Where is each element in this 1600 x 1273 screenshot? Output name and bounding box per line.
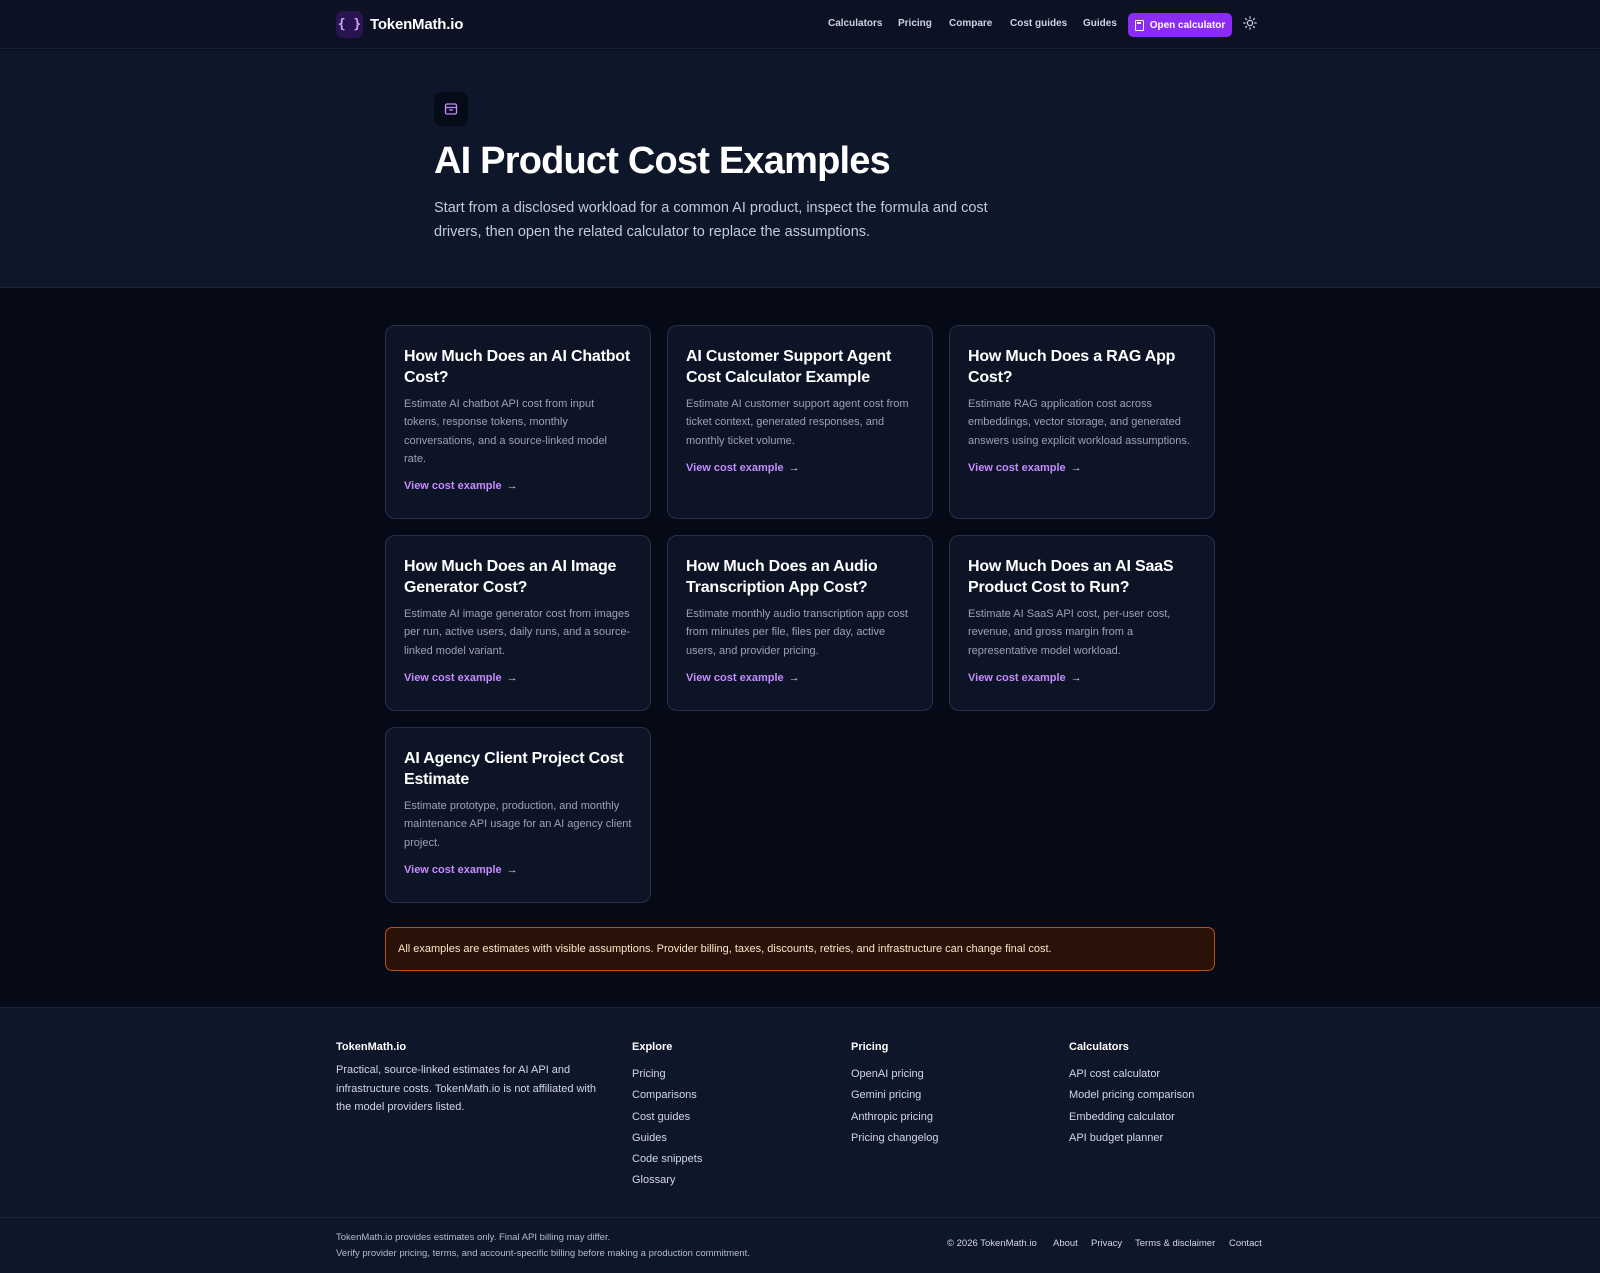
copyright: © 2026 TokenMath.io [947, 1238, 1037, 1249]
site-footer: TokenMath.io Practical, source-linked es… [0, 1007, 1600, 1273]
card-title: How Much Does an Audio Transcription App… [686, 558, 878, 596]
link-label: View cost example [686, 461, 784, 474]
arrow-right-icon: → [1070, 671, 1082, 684]
sun-icon [1243, 16, 1257, 30]
footer-link-privacy[interactable]: Privacy [1091, 1238, 1122, 1249]
open-calculator-button[interactable]: Open calculator [1128, 13, 1232, 37]
card-description: Estimate monthly audio transcription app… [686, 608, 908, 657]
cost-example-card[interactable]: AI Customer Support Agent Cost Calculato… [667, 325, 933, 519]
nav-compare[interactable]: Compare [949, 18, 992, 29]
cost-example-card[interactable]: AI Agency Client Project Cost Estimate E… [385, 727, 651, 903]
nav-cost-guides[interactable]: Cost guides [1010, 18, 1067, 29]
link-label: View cost example [404, 480, 502, 493]
footer-link[interactable]: Model pricing comparison [1069, 1085, 1194, 1106]
footer-link[interactable]: Guides [632, 1128, 702, 1149]
footer-heading: Calculators [1069, 1041, 1129, 1053]
nav-calculators[interactable]: Calculators [828, 18, 882, 29]
top-header: { } TokenMath.io Calculators Pricing Com… [0, 0, 1600, 49]
braces-logo-icon: { } [336, 11, 363, 38]
logo[interactable]: { } TokenMath.io [336, 11, 463, 38]
hero-section: AI Product Cost Examples Start from a di… [0, 50, 1600, 288]
card-description: Estimate AI chatbot API cost from input … [404, 398, 608, 465]
view-cost-example-link[interactable]: View cost example → [404, 864, 632, 876]
footer-link[interactable]: Pricing changelog [851, 1128, 938, 1149]
footer-column-pricing: Pricing OpenAI pricing Gemini pricing An… [851, 1041, 938, 1149]
estimate-notice: All examples are estimates with visible … [385, 927, 1215, 971]
footer-heading: Pricing [851, 1041, 889, 1053]
footer-link-about[interactable]: About [1053, 1238, 1078, 1249]
footer-column-calculators: Calculators API cost calculator Model pr… [1069, 1041, 1194, 1149]
card-description: Estimate RAG application cost across emb… [968, 398, 1190, 447]
arrow-right-icon: → [788, 461, 800, 474]
card-description: Estimate AI SaaS API cost, per-user cost… [968, 608, 1171, 657]
footer-link[interactable]: API budget planner [1069, 1128, 1194, 1149]
link-label: View cost example [686, 671, 784, 684]
footer-disclaimer: TokenMath.io provides estimates only. Fi… [336, 1230, 750, 1261]
card-title: How Much Does an AI SaaS Product Cost to… [968, 558, 1174, 596]
cost-example-card[interactable]: How Much Does an Audio Transcription App… [667, 535, 933, 711]
footer-link[interactable]: Comparisons [632, 1085, 702, 1106]
footer-column-explore: Explore Pricing Comparisons Cost guides … [632, 1041, 702, 1192]
card-title: AI Agency Client Project Cost Estimate [404, 750, 624, 788]
page-title: AI Product Cost Examples [434, 140, 891, 182]
footer-brand: TokenMath.io [336, 1041, 407, 1053]
footer-link[interactable]: Anthropic pricing [851, 1107, 938, 1128]
footer-link[interactable]: Glossary [632, 1170, 702, 1191]
hero-icon-badge [434, 92, 468, 126]
calculator-icon [1134, 19, 1144, 31]
disclaimer-line: Verify provider pricing, terms, and acco… [336, 1247, 750, 1259]
footer-link-contact[interactable]: Contact [1229, 1238, 1262, 1249]
card-title: How Much Does a RAG App Cost? [968, 348, 1176, 386]
arrow-right-icon: → [506, 480, 518, 493]
footer-link[interactable]: Gemini pricing [851, 1085, 938, 1106]
card-title: How Much Does an AI Chatbot Cost? [404, 348, 631, 386]
footer-link[interactable]: Embedding calculator [1069, 1107, 1194, 1128]
nav-guides[interactable]: Guides [1083, 18, 1117, 29]
card-description: Estimate AI customer support agent cost … [686, 398, 909, 447]
page-subtitle: Start from a disclosed workload for a co… [434, 200, 988, 240]
card-title: How Much Does an AI Image Generator Cost… [404, 558, 617, 596]
card-description: Estimate AI image generator cost from im… [404, 608, 631, 657]
view-cost-example-link[interactable]: View cost example → [404, 672, 632, 684]
arrow-right-icon: → [506, 671, 518, 684]
view-cost-example-link[interactable]: View cost example → [686, 672, 914, 684]
arrow-right-icon: → [1070, 461, 1082, 474]
footer-heading: Explore [632, 1041, 673, 1053]
footer-about: Practical, source-linked estimates for A… [336, 1064, 597, 1113]
footer-link[interactable]: Code snippets [632, 1149, 702, 1170]
view-cost-example-link[interactable]: View cost example → [686, 462, 914, 474]
footer-link[interactable]: Pricing [632, 1064, 702, 1085]
cost-example-card[interactable]: How Much Does an AI Image Generator Cost… [385, 535, 651, 711]
footer-link[interactable]: OpenAI pricing [851, 1064, 938, 1085]
link-label: View cost example [968, 671, 1066, 684]
footer-link-terms[interactable]: Terms & disclaimer [1135, 1238, 1215, 1249]
nav-pricing[interactable]: Pricing [898, 18, 932, 29]
cost-example-card[interactable]: How Much Does a RAG App Cost? Estimate R… [949, 325, 1215, 519]
cost-example-card[interactable]: How Much Does an AI SaaS Product Cost to… [949, 535, 1215, 711]
view-cost-example-link[interactable]: View cost example → [404, 480, 632, 492]
footer-link[interactable]: Cost guides [632, 1107, 702, 1128]
arrow-right-icon: → [506, 863, 518, 876]
footer-link[interactable]: API cost calculator [1069, 1064, 1194, 1085]
disclaimer-line: TokenMath.io provides estimates only. Fi… [336, 1232, 611, 1243]
view-cost-example-link[interactable]: View cost example → [968, 462, 1196, 474]
card-description: Estimate prototype, production, and mont… [404, 800, 632, 849]
link-label: View cost example [404, 671, 502, 684]
view-cost-example-link[interactable]: View cost example → [968, 672, 1196, 684]
cost-example-card[interactable]: How Much Does an AI Chatbot Cost? Estima… [385, 325, 651, 519]
open-calculator-label: Open calculator [1149, 19, 1226, 31]
card-title: AI Customer Support Agent Cost Calculato… [686, 348, 892, 386]
footer-divider [0, 1217, 1600, 1218]
archive-icon [444, 103, 458, 115]
link-label: View cost example [404, 863, 502, 876]
link-label: View cost example [968, 461, 1066, 474]
brand-name: TokenMath.io [370, 16, 464, 33]
theme-toggle-button[interactable] [1243, 16, 1257, 30]
arrow-right-icon: → [788, 671, 800, 684]
